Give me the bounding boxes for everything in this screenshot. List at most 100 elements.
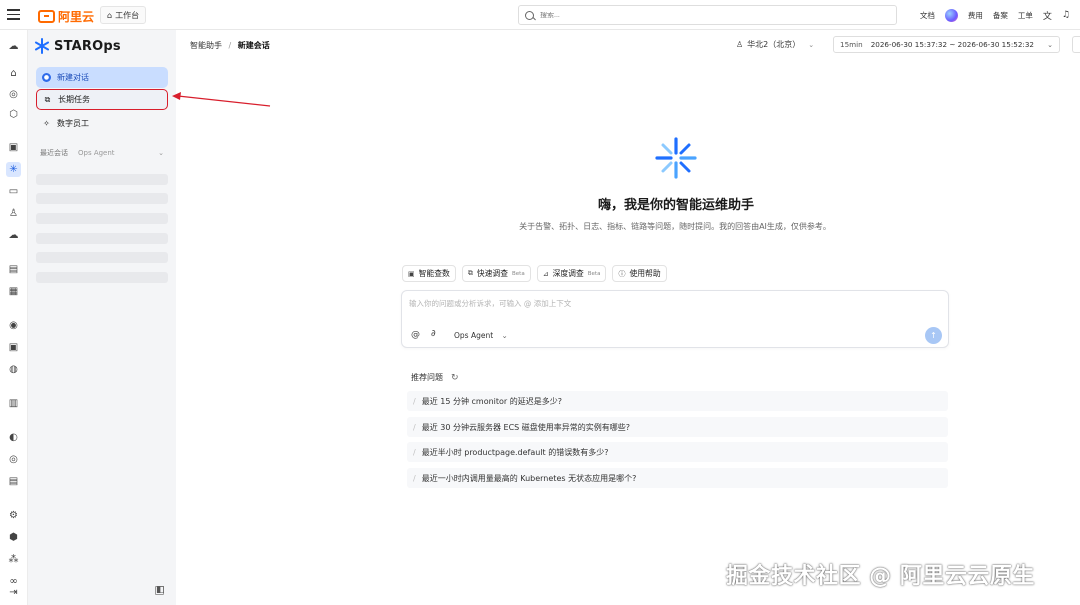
scan-icon[interactable]: ◎: [6, 87, 21, 102]
settings-icon[interactable]: ⚙: [6, 508, 21, 523]
question-text: 最近 30 分钟云服务器 ECS 磁盘使用率异常的实例有哪些?: [421, 422, 631, 432]
time-range-picker[interactable]: 15min 2026-06-30 15:37:32 ~ 2026-06-30 1…: [833, 36, 1060, 53]
smart-query-button[interactable]: ▣ 智能查数: [402, 265, 456, 282]
chat-input[interactable]: [409, 298, 909, 312]
help-button[interactable]: ⓘ 使用帮助: [612, 265, 667, 282]
breadcrumb: 智能助手 / 新建会话: [190, 40, 270, 51]
agent-label: Ops Agent: [454, 331, 494, 340]
workbench-button[interactable]: ⌂ 工作台: [100, 6, 147, 24]
session-skeleton: [36, 272, 168, 283]
session-skeleton: [36, 233, 168, 244]
chevron-down-icon[interactable]: ⌄: [158, 149, 164, 157]
language-icon[interactable]: 文: [1043, 9, 1052, 22]
mode-label: 深度调查: [552, 269, 584, 278]
recommended-question[interactable]: / 最近 15 分钟 cmonitor 的延迟是多少?: [407, 391, 948, 411]
region-selector[interactable]: ♙ 华北2（北京） ⌄: [736, 39, 814, 50]
breadcrumb-separator: /: [228, 41, 232, 50]
monitor-icon[interactable]: ▭: [6, 184, 21, 199]
send-button[interactable]: ↑: [925, 327, 942, 344]
docs-link[interactable]: 文档: [920, 10, 935, 21]
shield-icon[interactable]: ◍: [6, 362, 21, 377]
database-icon[interactable]: ▥: [6, 396, 21, 411]
menu-icon[interactable]: [7, 9, 20, 20]
question-text: 最近一小时内调用量最高的 Kubernetes 无状态应用是哪个?: [421, 473, 637, 483]
help-icon: ⓘ: [618, 269, 626, 278]
grid-icon[interactable]: ▦: [6, 284, 21, 299]
chevron-down-icon: ⌄: [808, 40, 815, 49]
refresh-icon[interactable]: ↻: [451, 373, 459, 383]
starops-logo: STAROps: [34, 38, 121, 54]
starops-icon[interactable]: ✳: [6, 162, 21, 177]
probe-icon[interactable]: ◉: [6, 318, 21, 333]
session-skeleton: [36, 193, 168, 204]
scan-icon: ▣: [408, 269, 415, 278]
product-name: STAROps: [54, 38, 121, 54]
location-icon: ♙: [736, 40, 744, 49]
bell-icon[interactable]: ♫: [1062, 10, 1070, 20]
search-icon: [525, 10, 534, 20]
session-skeleton: [36, 213, 168, 224]
agent-selector[interactable]: Ops Agent ⌄: [454, 331, 508, 340]
quick-investigation-button[interactable]: ⧉ 快速调查 Beta: [461, 265, 531, 282]
mode-label: 使用帮助: [629, 269, 661, 278]
aliyun-mark-icon: [38, 10, 55, 23]
sidebar-item-new-chat[interactable]: ● 新建对话: [36, 67, 168, 88]
slash-icon: /: [413, 422, 416, 432]
global-search[interactable]: [518, 5, 897, 25]
cloud-sync-icon[interactable]: ☁: [6, 228, 21, 243]
sidebar-item-digital-employee[interactable]: ✧ 数字员工: [36, 113, 168, 134]
brand-name: 阿里云: [58, 10, 95, 24]
recent-sessions-label: 最近会话: [40, 149, 68, 157]
chat-icon: ●: [42, 73, 51, 82]
target-icon[interactable]: ▣: [6, 340, 21, 355]
recent-sessions-header[interactable]: 最近会话 Ops Agent ⌄: [40, 148, 164, 158]
sidebar-item-label: 数字员工: [57, 119, 89, 128]
beta-badge: Beta: [587, 270, 601, 277]
alert-icon[interactable]: ♙: [6, 206, 21, 221]
module-icon[interactable]: ⬢: [6, 530, 21, 545]
search-input[interactable]: [540, 11, 840, 19]
storage-icon[interactable]: ▤: [6, 474, 21, 489]
recommended-question[interactable]: / 最近半小时 productpage.default 的错误数有多少?: [407, 442, 948, 462]
aliyun-logo[interactable]: 阿里云: [38, 8, 94, 25]
slash-icon: /: [413, 473, 416, 483]
dashboard-icon[interactable]: ▤: [6, 262, 21, 277]
sidebar-item-label: 长期任务: [58, 95, 90, 104]
mode-label: 快速调查: [476, 269, 508, 278]
page-subtitle: 关于告警、拓扑、日志、指标、链路等问题，随时提问。我的回答由AI生成，仅供参考。: [519, 222, 831, 231]
home-rail-icon[interactable]: ⌂: [6, 66, 21, 81]
question-text: 最近半小时 productpage.default 的错误数有多少?: [421, 447, 609, 457]
billing-link[interactable]: 费用: [968, 10, 983, 21]
panel-toggle[interactable]: [1072, 36, 1080, 53]
recent-agent-filter[interactable]: Ops Agent: [78, 149, 115, 157]
sidebar: STAROps ● 新建对话 ⧉ 长期任务 ✧ 数字员工 最近会话 Ops Ag…: [28, 30, 176, 605]
expand-rail-icon[interactable]: ⇥: [6, 585, 21, 600]
attachment-icon[interactable]: ∂: [431, 329, 436, 339]
globe-icon[interactable]: ◐: [6, 430, 21, 445]
mode-buttons: ▣ 智能查数 ⧉ 快速调查 Beta ⊿ 深度调查 Beta ⓘ 使用帮助: [402, 265, 673, 282]
recommended-question[interactable]: / 最近 30 分钟云服务器 ECS 磁盘使用率异常的实例有哪些?: [407, 417, 948, 437]
recommended-question[interactable]: / 最近一小时内调用量最高的 Kubernetes 无状态应用是哪个?: [407, 468, 948, 488]
focus-icon[interactable]: ▣: [6, 140, 21, 155]
sidebar-item-long-task[interactable]: ⧉ 长期任务: [36, 89, 168, 110]
question-text: 最近 15 分钟 cmonitor 的延迟是多少?: [421, 396, 562, 406]
starops-logo-icon: [34, 38, 50, 54]
collapse-sidebar-icon[interactable]: ◧: [155, 586, 165, 595]
cube-icon[interactable]: ⬡: [6, 107, 21, 122]
ticket-link[interactable]: 工单: [1018, 10, 1033, 21]
network-icon[interactable]: ◎: [6, 452, 21, 467]
page-title: 嗨，我是你的智能运维助手: [597, 198, 754, 213]
session-skeleton: [36, 174, 168, 185]
top-bar: 阿里云 ⌂ 工作台 文档 费用 备案 工单 文 ♫: [0, 0, 1080, 30]
deep-investigation-button[interactable]: ⊿ 深度调查 Beta: [536, 265, 607, 282]
cloud-icon[interactable]: ☁: [6, 39, 21, 54]
breadcrumb-root[interactable]: 智能助手: [190, 41, 222, 50]
ai-assistant-icon[interactable]: [944, 8, 958, 22]
mention-icon[interactable]: @: [411, 330, 420, 340]
watermark: 掘金技术社区 @ 阿里云云原生: [726, 564, 1035, 589]
task-icon: ⧉: [44, 94, 51, 104]
chart-icon: ⊿: [542, 269, 549, 278]
icp-link[interactable]: 备案: [993, 10, 1008, 21]
cluster-icon[interactable]: ⁂: [6, 552, 21, 567]
recommended-header: 推荐问题 ↻: [411, 372, 459, 383]
